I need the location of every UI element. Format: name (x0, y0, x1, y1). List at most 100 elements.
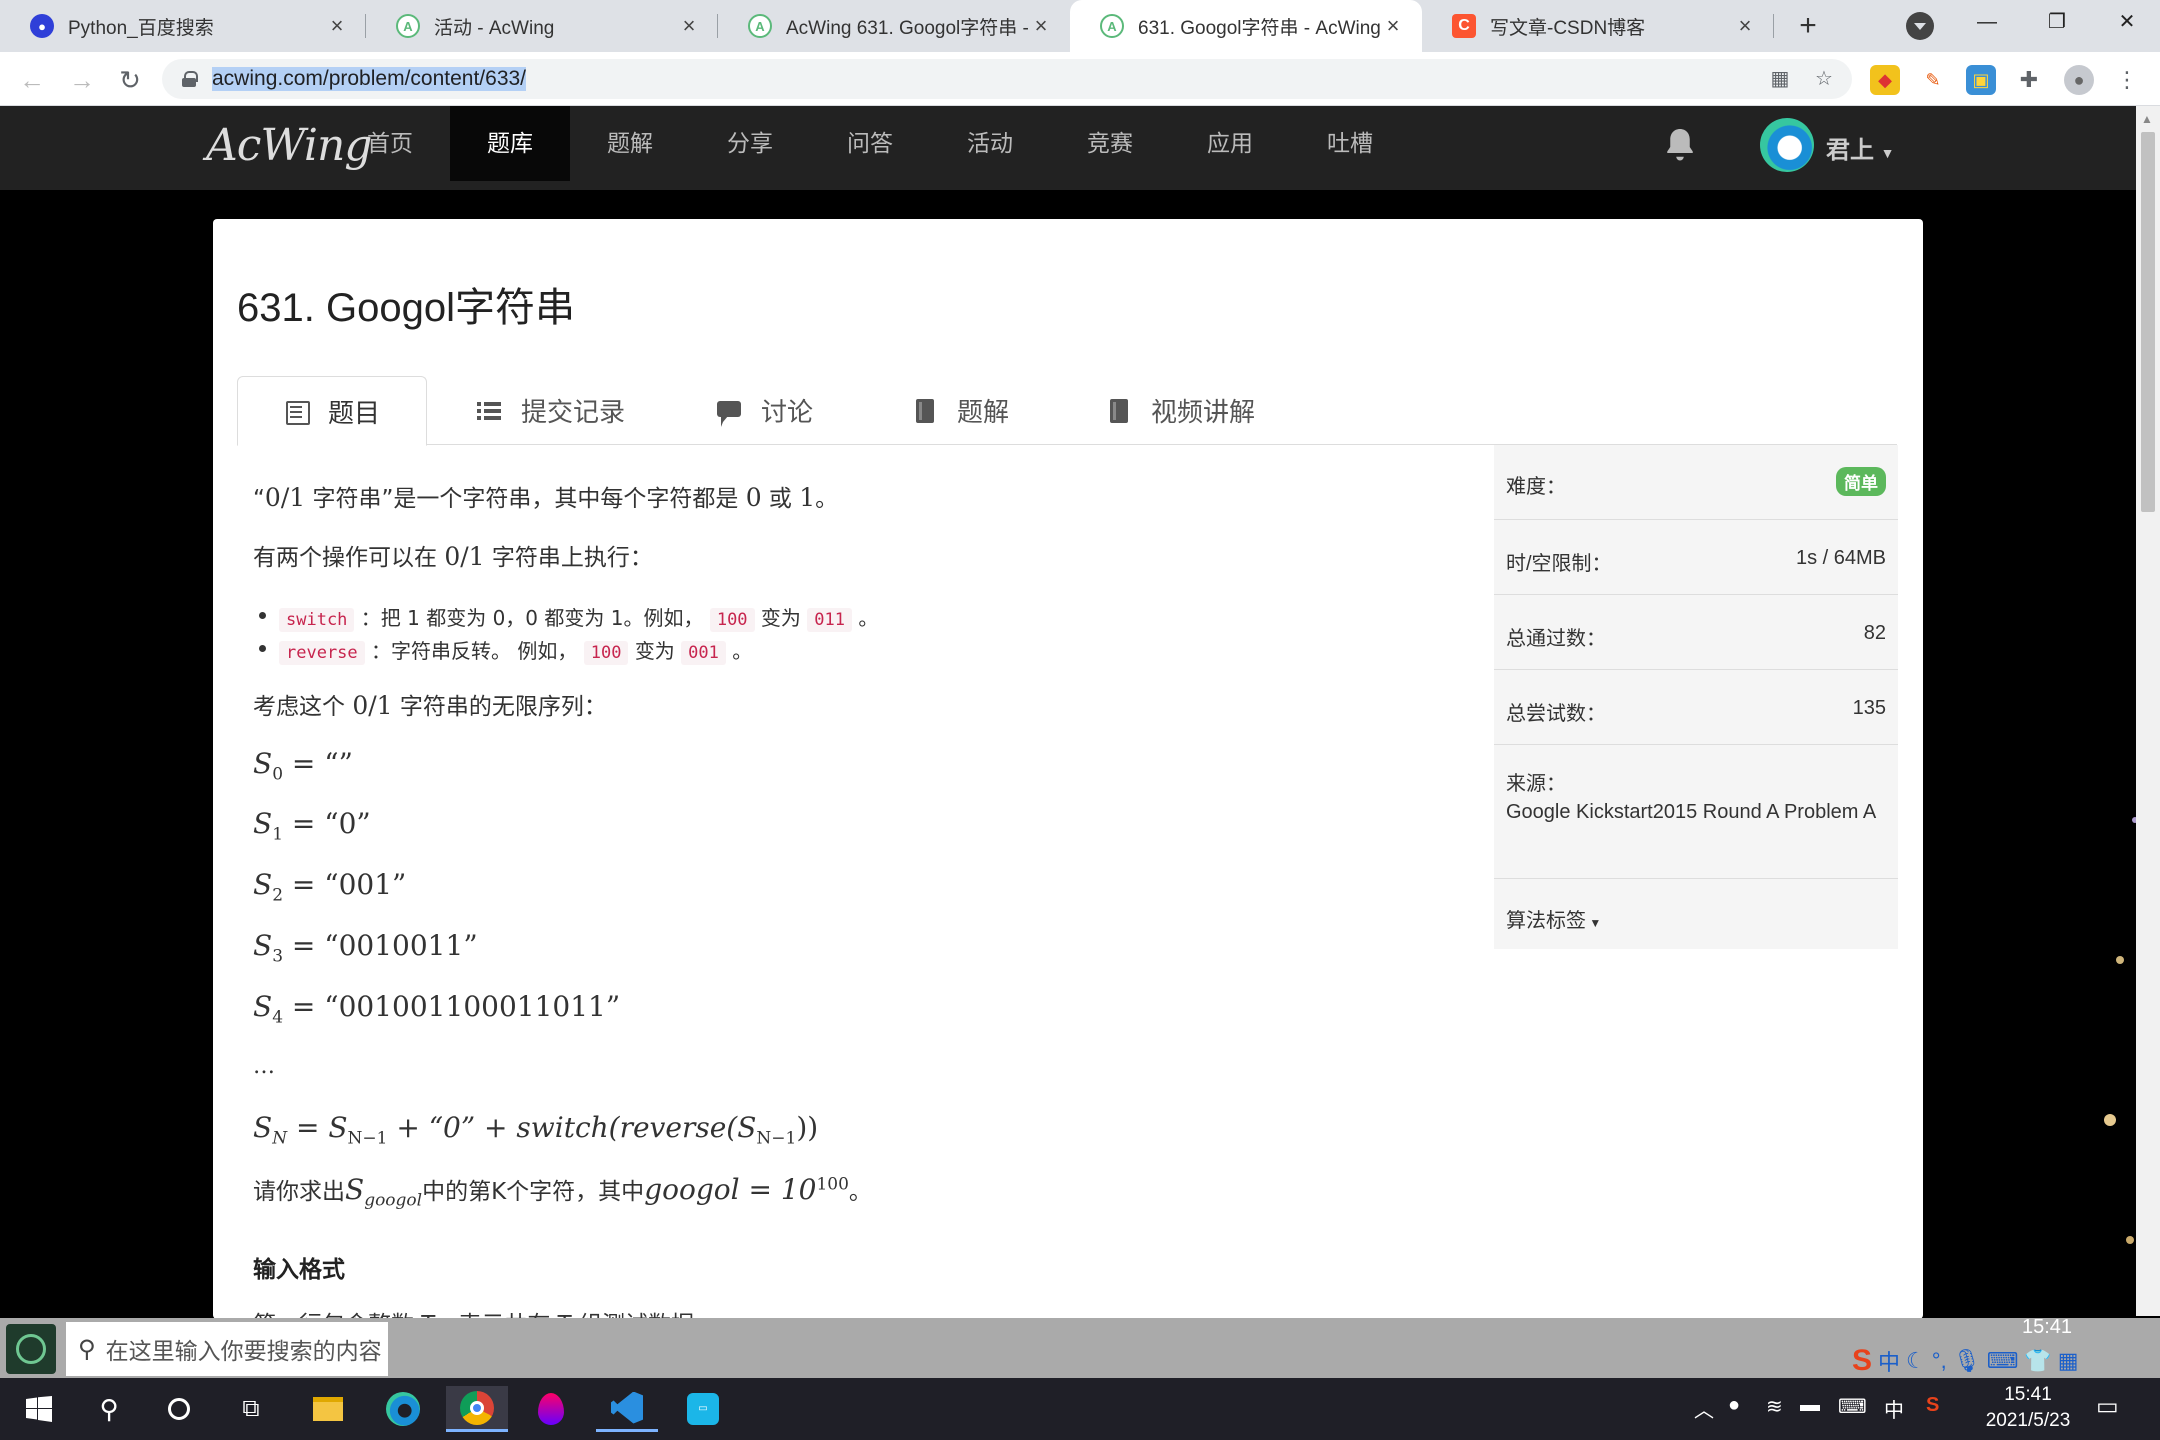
browser-tab[interactable]: A AcWing 631. Googol字符串 - A × (718, 0, 1070, 52)
task-view-icon[interactable]: ⧉ (220, 1386, 282, 1432)
search-placeholder: 在这里输入你要搜索的内容 (105, 1338, 382, 1364)
sequence-term: S4 = “001001100011011” (253, 990, 621, 1028)
nav-activity[interactable]: 活动 (930, 106, 1050, 181)
punctuation-icon[interactable]: °, (1932, 1348, 1947, 1374)
new-tab-button[interactable]: + (1790, 8, 1826, 44)
username-dropdown[interactable]: 君上 ▼ (1826, 130, 1895, 165)
nav-contest[interactable]: 竞赛 (1050, 106, 1170, 181)
keyboard-icon[interactable]: ⌨ (1987, 1348, 2019, 1374)
search-icon[interactable]: ⚲ (78, 1386, 140, 1432)
tray-expand-icon[interactable]: ︿ (1694, 1394, 1714, 1423)
menu-kebab-icon[interactable]: ⋮ (2112, 65, 2142, 95)
subscript: N−1 (347, 1128, 388, 1149)
nav-share[interactable]: 分享 (690, 106, 810, 181)
difficulty-label: 难度： (1506, 476, 1566, 498)
close-tab-icon[interactable]: × (676, 13, 702, 39)
browser-tab[interactable]: A 活动 - AcWing × (366, 0, 718, 52)
minimize-icon[interactable]: — (1954, 0, 2020, 44)
close-tab-icon[interactable]: × (1732, 13, 1758, 39)
tab-discussion[interactable]: 讨论 (717, 376, 813, 445)
passed-count: 82 (1863, 622, 1886, 644)
browser-tab[interactable]: C 写文章-CSDN博客 × (1422, 0, 1774, 52)
page-scrollbar[interactable]: ▲ (2136, 106, 2160, 1316)
notification-icon[interactable]: ● (1728, 1394, 1740, 1417)
math-text: 0/1 (264, 483, 306, 512)
battery-icon[interactable]: ▬ (1800, 1394, 1820, 1417)
superscript: 100 (816, 1174, 849, 1195)
grid-icon[interactable]: ▦ (2058, 1348, 2079, 1374)
nav-solutions[interactable]: 题解 (570, 106, 690, 181)
nav-feedback[interactable]: 吐槽 (1290, 106, 1410, 181)
app-icon[interactable]: ▭ (672, 1386, 734, 1432)
tab-video[interactable]: 视频讲解 (1107, 376, 1255, 445)
tab-solutions[interactable]: 题解 (913, 376, 1009, 445)
baidu-icon: ● (30, 14, 54, 38)
close-tab-icon[interactable]: × (1028, 13, 1054, 39)
chrome-icon[interactable] (446, 1386, 508, 1432)
nav-qa[interactable]: 问答 (810, 106, 930, 181)
sogou-icon[interactable]: S (1926, 1394, 1939, 1417)
file-explorer-icon[interactable] (297, 1386, 359, 1432)
ime-indicator[interactable]: 中 (1884, 1394, 1904, 1423)
tab-submissions[interactable]: 提交记录 (477, 376, 625, 445)
algorithm-tags-toggle[interactable]: 算法标签 ▼ (1494, 879, 1898, 949)
qr-code-icon[interactable]: ▦ (1766, 65, 1794, 93)
tab-description[interactable]: 题目 (237, 376, 427, 446)
wifi-icon[interactable]: ≋ (1766, 1394, 1783, 1419)
restore-icon[interactable]: ❐ (2024, 0, 2090, 44)
extension-icon[interactable]: ▣ (1966, 65, 1996, 95)
book-icon (1107, 398, 1131, 423)
ime-mode[interactable]: 中 (1878, 1345, 1900, 1377)
browser-tab[interactable]: ● Python_百度搜索 × (0, 0, 366, 52)
code-example: 100 (583, 641, 629, 665)
keyboard-icon[interactable]: ⌨ (1838, 1394, 1867, 1419)
extension-icon[interactable]: ✎ (1918, 65, 1948, 95)
tab-search-icon[interactable] (1906, 12, 1934, 40)
system-clock[interactable]: 15:41 2021/5/23 (1968, 1382, 2088, 1434)
difficulty-row: 难度： 简单 (1494, 445, 1898, 520)
nav-home[interactable]: 首页 (330, 106, 450, 181)
acwing-app-icon[interactable] (6, 1324, 56, 1374)
nav-problems[interactable]: 题库 (450, 106, 570, 181)
lock-icon[interactable] (182, 71, 198, 87)
search-icon: ⚲ (78, 1335, 96, 1363)
profile-icon[interactable]: ● (2064, 65, 2094, 95)
address-bar[interactable]: acwing.com/problem/content/633/ ▦ ☆ (162, 59, 1852, 99)
subscript: 2 (272, 885, 284, 906)
nav-apps[interactable]: 应用 (1170, 106, 1290, 181)
math-text: = S (295, 1111, 348, 1144)
sogou-icon[interactable]: S (1852, 1344, 1872, 1378)
cortana-icon[interactable] (148, 1386, 210, 1432)
paint-drop-icon[interactable] (520, 1386, 582, 1432)
close-tab-icon[interactable]: × (1380, 13, 1406, 39)
bookmark-star-icon[interactable]: ☆ (1810, 65, 1838, 93)
list-alt-icon (284, 399, 310, 425)
reload-icon[interactable]: ↻ (110, 60, 150, 100)
extensions-puzzle-icon[interactable]: ✚ (2014, 65, 2044, 95)
problem-tabs: 题目 提交记录 讨论 题解 视频讲解 (237, 376, 1897, 446)
vscode-icon[interactable] (596, 1386, 658, 1432)
edge-icon[interactable] (372, 1386, 434, 1432)
forward-icon[interactable]: → (62, 60, 102, 100)
url-text[interactable]: acwing.com/problem/content/633/ (212, 67, 527, 91)
microphone-icon[interactable]: 🎙 (1953, 1348, 1981, 1374)
close-tab-icon[interactable]: × (324, 13, 350, 39)
skin-icon[interactable]: 👕 (2024, 1348, 2051, 1374)
notification-bell-icon[interactable] (1662, 126, 1698, 162)
browser-tab-active[interactable]: A 631. Googol字符串 - AcWing题 × (1070, 0, 1422, 52)
input-format-heading: 输入格式 (253, 1257, 345, 1283)
taskbar-search-box[interactable]: ⚲ 在这里输入你要搜索的内容 (66, 1322, 388, 1376)
subscript: N−1 (756, 1128, 797, 1149)
windows-start-icon[interactable] (8, 1386, 70, 1432)
scrollbar-thumb[interactable] (2141, 132, 2155, 512)
back-icon[interactable]: ← (12, 60, 52, 100)
text: 有两个操作可以在 (253, 545, 445, 571)
extension-icon[interactable]: ◆ (1870, 65, 1900, 95)
close-window-icon[interactable]: ✕ (2094, 0, 2160, 44)
scroll-up-icon[interactable]: ▲ (2141, 112, 2153, 126)
action-center-icon[interactable]: ▭ (2096, 1392, 2119, 1421)
avatar[interactable] (1760, 118, 1814, 172)
text: 变为 (634, 639, 675, 663)
moon-icon[interactable]: ☾ (1906, 1348, 1926, 1374)
comment-icon (717, 399, 741, 427)
